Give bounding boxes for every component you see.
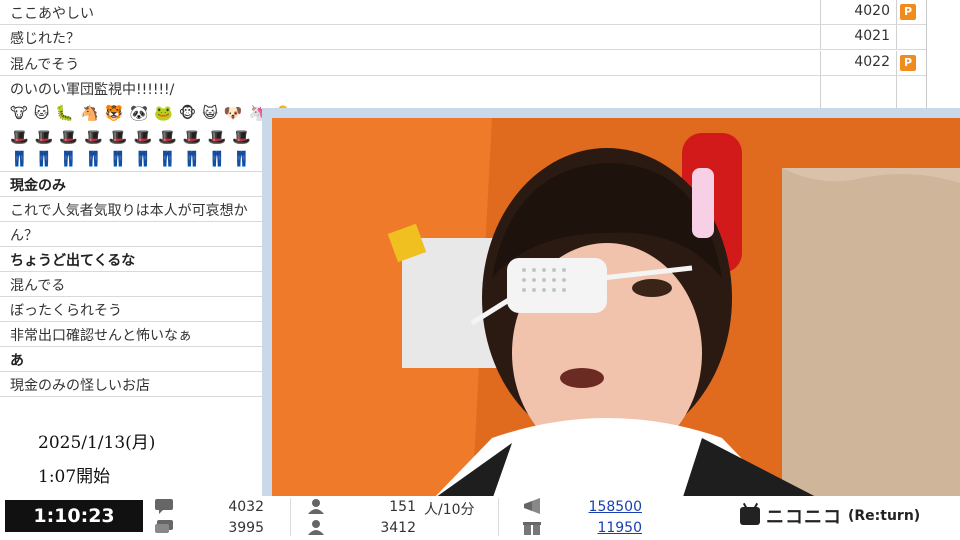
emoji-icon: 🎩: [158, 128, 177, 146]
viewers-icon: [308, 499, 324, 514]
emoji-icon: 🐴: [80, 104, 99, 122]
comment-row[interactable]: 混んでそう 4022 P: [0, 51, 926, 76]
comment-text: 非常出口確認せんと怖いなぁ: [10, 328, 192, 344]
elapsed-timer: 1:10:23: [5, 500, 143, 532]
emoji-row: 👖 👖 👖 👖 👖 👖 👖 👖 👖 👖: [10, 150, 251, 168]
emoji-icon: 🐛: [55, 104, 75, 122]
comment-text: ちょうど出てくるな: [10, 253, 136, 269]
comment-text: のいのい軍団監視中!!!!!!/: [10, 82, 175, 98]
emoji-icon: 🎩: [10, 128, 29, 146]
emoji-icon: 🎩: [232, 128, 251, 146]
emoji-icon: 👖: [84, 150, 103, 168]
emoji-icon: 🐱: [33, 104, 50, 122]
viewers-per-10min: 151: [389, 499, 416, 515]
emoji-icon: 👖: [108, 150, 128, 168]
viewers-unit: 人/10分: [424, 502, 475, 518]
visitor-icon: [308, 520, 324, 535]
emoji-icon: 👖: [158, 150, 177, 168]
video-player[interactable]: [262, 108, 960, 500]
emoji-icon: 🐮: [10, 104, 28, 122]
emoji-icon: 👖: [10, 150, 29, 168]
comment-text: ぼったくられそう: [10, 303, 122, 319]
tv-icon: [740, 507, 760, 525]
emoji-icon: 😺: [202, 104, 218, 122]
comment-text: 混んでる: [10, 278, 66, 294]
emoji-row: 🎩 🎩 🎩 🎩 🎩 🎩 🎩 🎩 🎩 🎩: [10, 128, 251, 146]
emoji-icon: 🐯: [104, 104, 124, 122]
comment-count-secondary: 3995: [228, 520, 264, 536]
emoji-icon: 👖: [59, 150, 79, 168]
premium-badge-icon: P: [900, 55, 916, 71]
emoji-icon: 🐼: [129, 104, 149, 122]
comment-bubble-icon: [155, 499, 173, 514]
niconico-logo: ニコニコ (Re:turn): [740, 504, 920, 528]
premium-badge-icon: P: [900, 4, 916, 20]
emoji-icon: 👖: [182, 150, 202, 168]
broadcast-date: 2025/1/13(月): [38, 433, 156, 453]
comments-icon: [155, 520, 173, 533]
emoji-icon: 🎩: [108, 128, 128, 146]
comment-count: 4032: [228, 499, 264, 515]
emoji-icon: 🐵: [178, 104, 197, 122]
comment-text: 現金のみの怪しいお店: [10, 378, 150, 394]
comment-row[interactable]: ここあやしい 4020 P: [0, 0, 926, 25]
ad-points-link[interactable]: 158500: [560, 499, 642, 515]
comment-text: ここあやしい: [10, 6, 94, 22]
emoji-icon: 👖: [207, 150, 227, 168]
emoji-icon: 👖: [34, 150, 54, 168]
emoji-icon: 🐸: [154, 104, 173, 122]
emoji-icon: 🎩: [34, 128, 54, 146]
comment-text: これで人気者気取りは本人が可哀想か: [10, 203, 248, 219]
emoji-row: 🐮🐱🐛🐴🐯🐼🐸🐵😺🐶🦄🐣: [10, 104, 292, 122]
comment-number: 4020: [854, 3, 890, 19]
emoji-icon: 🎩: [59, 128, 79, 146]
comment-text: 感じれた？: [10, 31, 80, 47]
comment-text: あ: [10, 353, 24, 369]
comment-text: ん？: [10, 228, 38, 244]
emoji-icon: 👖: [133, 150, 153, 168]
broadcast-info: 2025/1/13(月) 1:07開始: [0, 402, 262, 496]
megaphone-icon: [524, 498, 540, 514]
gift-points-link[interactable]: 11950: [560, 520, 642, 536]
visitor-count: 3412: [380, 520, 416, 536]
status-bar: 1:10:23 4032 3995 151 人/10分 3412 158500 …: [0, 496, 960, 540]
comment-number: 4022: [854, 54, 890, 70]
video-frame-image: [262, 108, 960, 500]
emoji-icon: 🎩: [84, 128, 103, 146]
broadcast-start-time: 1:07開始: [38, 467, 111, 487]
emoji-icon: 🎩: [207, 128, 227, 146]
emoji-icon: 🐶: [223, 104, 243, 122]
logo-text: ニコニコ: [766, 507, 842, 528]
comment-text: 現金のみ: [10, 178, 66, 194]
comment-row[interactable]: 感じれた？ 4021: [0, 25, 926, 50]
emoji-icon: 👖: [232, 150, 251, 168]
gift-icon: [523, 522, 541, 535]
comment-number: 4021: [854, 28, 890, 44]
emoji-icon: 🎩: [133, 128, 153, 146]
emoji-icon: 🎩: [182, 128, 202, 146]
comment-text: 混んでそう: [10, 57, 80, 73]
logo-subtext: (Re:turn): [848, 508, 921, 524]
